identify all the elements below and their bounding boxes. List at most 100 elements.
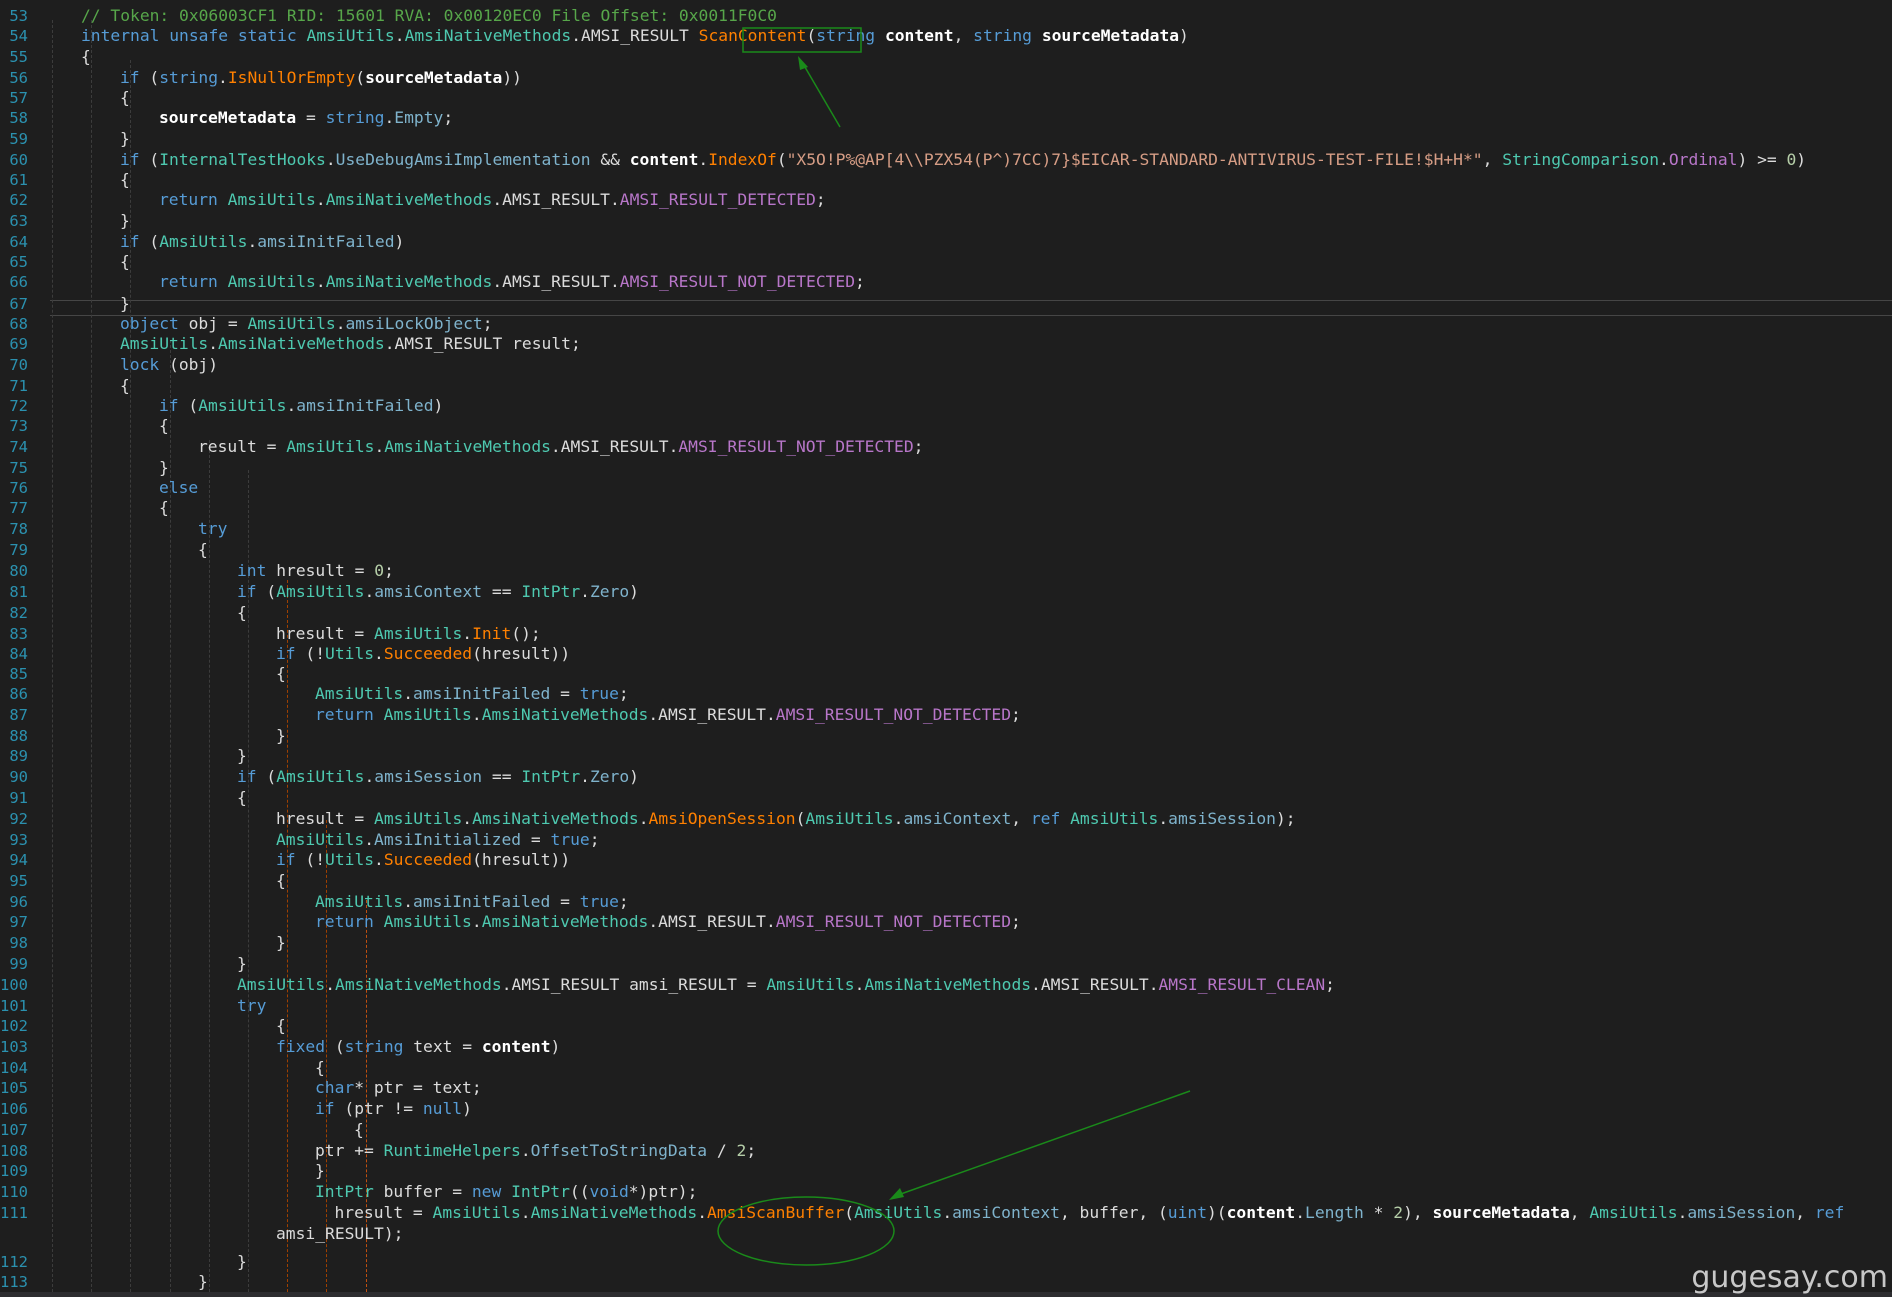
code-editor[interactable]: 53 54 55 56 57 58 59 60 61 62 63 64 65 66 67 68 69 70 71 72…: [0, 0, 1892, 1297]
code-token: AmsiUtils: [315, 892, 404, 911]
code-line[interactable]: if (AmsiUtils.amsiInitFailed): [159, 396, 443, 416]
code-line[interactable]: }: [237, 746, 247, 766]
code-token: AmsiUtils: [432, 1203, 521, 1222]
code-token: return: [315, 705, 374, 724]
code-line[interactable]: {: [276, 664, 286, 684]
code-line[interactable]: {: [159, 416, 169, 436]
code-token: =: [550, 684, 580, 703]
code-line[interactable]: char* ptr = text;: [315, 1078, 482, 1098]
code-line[interactable]: {: [120, 252, 130, 272]
code-line[interactable]: int hresult = 0;: [237, 561, 394, 581]
code-line[interactable]: internal unsafe static AmsiUtils.AmsiNat…: [81, 26, 1189, 46]
code-line[interactable]: return AmsiUtils.AmsiNativeMethods.AMSI_…: [315, 912, 1021, 932]
code-line[interactable]: object obj = AmsiUtils.amsiLockObject;: [120, 314, 493, 334]
code-line[interactable]: if (!Utils.Succeeded(hresult)): [276, 850, 570, 870]
code-token: ;: [1325, 975, 1335, 994]
code-token: Ordinal: [1668, 150, 1738, 169]
code-line[interactable]: {: [120, 170, 130, 190]
code-line[interactable]: hresult = AmsiUtils.AmsiNativeMethods.Am…: [335, 1203, 1845, 1223]
code-line[interactable]: amsi_RESULT);: [276, 1224, 403, 1244]
code-line[interactable]: try: [237, 996, 266, 1016]
code-line[interactable]: AmsiUtils.amsiInitFailed = true;: [315, 684, 629, 704]
code-line[interactable]: if (AmsiUtils.amsiContext == IntPtr.Zero…: [237, 582, 639, 602]
code-token: else: [159, 478, 199, 497]
code-token: .: [364, 830, 375, 849]
code-token: ): [394, 232, 405, 251]
code-token: ;: [746, 1141, 757, 1160]
code-token: .: [1659, 150, 1669, 169]
code-token: true: [579, 684, 619, 703]
code-line[interactable]: return AmsiUtils.AmsiNativeMethods.AMSI_…: [315, 705, 1021, 725]
line-number: 79: [9, 541, 28, 559]
code-token: UseDebugAmsiImplementation: [335, 150, 591, 169]
code-line[interactable]: {: [276, 1016, 286, 1036]
code-token: if: [315, 1099, 335, 1118]
code-line[interactable]: if (!Utils.Succeeded(hresult)): [276, 644, 570, 664]
code-line[interactable]: {: [354, 1120, 364, 1140]
code-line[interactable]: {: [159, 498, 169, 518]
code-line[interactable]: }: [120, 211, 130, 231]
code-line[interactable]: ptr += RuntimeHelpers.OffsetToStringData…: [315, 1141, 756, 1161]
code-token: {: [276, 664, 286, 683]
code-line[interactable]: {: [237, 603, 247, 623]
code-line[interactable]: IntPtr buffer = new IntPtr((void*)ptr);: [315, 1182, 697, 1202]
code-token: AmsiUtils: [247, 314, 336, 333]
code-token: StringComparison: [1502, 150, 1660, 169]
code-line[interactable]: if (InternalTestHooks.UseDebugAmsiImplem…: [120, 150, 1806, 170]
line-number: 103: [0, 1038, 28, 1056]
code-line[interactable]: sourceMetadata = string.Empty;: [159, 108, 453, 128]
code-line[interactable]: result = AmsiUtils.AmsiNativeMethods.AMS…: [198, 437, 923, 457]
code-line[interactable]: }: [276, 933, 286, 953]
line-number: 78: [9, 520, 28, 538]
code-line[interactable]: try: [198, 519, 227, 539]
code-token: * ptr = text;: [354, 1078, 482, 1097]
line-number: 111: [0, 1204, 28, 1222]
code-token: AMSI_RESULT: [581, 26, 699, 45]
code-token: content: [629, 150, 699, 169]
code-line[interactable]: }: [315, 1161, 325, 1181]
code-token: .: [335, 314, 346, 333]
code-line[interactable]: return AmsiUtils.AmsiNativeMethods.AMSI_…: [159, 190, 826, 210]
code-line[interactable]: // Token: 0x06003CF1 RID: 15601 RVA: 0x0…: [81, 6, 777, 26]
code-line[interactable]: {: [198, 540, 208, 560]
code-line[interactable]: {: [315, 1058, 325, 1078]
code-line[interactable]: if (AmsiUtils.amsiSession == IntPtr.Zero…: [237, 767, 639, 787]
line-number: 97: [9, 913, 28, 931]
code-token: {: [120, 376, 130, 395]
code-line[interactable]: {: [81, 47, 91, 67]
code-line[interactable]: fixed (string text = content): [276, 1037, 560, 1057]
code-token: {: [276, 871, 286, 890]
code-line[interactable]: }: [198, 1272, 208, 1292]
code-token: AmsiUtils: [198, 396, 287, 415]
code-line[interactable]: AmsiUtils.AmsiNativeMethods.AMSI_RESULT …: [237, 975, 1335, 995]
code-line[interactable]: AmsiUtils.amsiInitFailed = true;: [315, 892, 629, 912]
code-line[interactable]: }: [120, 129, 130, 149]
code-line[interactable]: if (AmsiUtils.amsiInitFailed): [120, 232, 404, 252]
code-line[interactable]: }: [276, 726, 286, 746]
code-line[interactable]: {: [120, 376, 130, 396]
code-line[interactable]: }: [237, 1252, 247, 1272]
code-line[interactable]: }: [159, 458, 169, 478]
code-line[interactable]: return AmsiUtils.AmsiNativeMethods.AMSI_…: [159, 272, 865, 292]
code-token: AmsiUtils: [306, 26, 395, 45]
code-line[interactable]: }: [237, 954, 247, 974]
code-line[interactable]: {: [120, 88, 130, 108]
code-line[interactable]: hresult = AmsiUtils.Init();: [276, 624, 541, 644]
code-line[interactable]: AmsiUtils.AmsiNativeMethods.AMSI_RESULT …: [120, 334, 581, 354]
code-line[interactable]: if (string.IsNullOrEmpty(sourceMetadata)…: [120, 68, 522, 88]
code-line[interactable]: }: [120, 294, 130, 314]
code-line[interactable]: hresult = AmsiUtils.AmsiNativeMethods.Am…: [276, 809, 1296, 829]
code-line[interactable]: else: [159, 478, 198, 498]
code-token: sourceMetadata: [1432, 1203, 1570, 1222]
code-token: string: [344, 1037, 404, 1056]
code-line[interactable]: {: [276, 871, 286, 891]
code-line[interactable]: AmsiUtils.AmsiInitialized = true;: [276, 830, 600, 850]
code-line[interactable]: {: [237, 788, 247, 808]
code-token: (: [139, 232, 160, 251]
code-line[interactable]: lock (obj): [120, 355, 218, 375]
code-token: AmsiUtils: [227, 272, 316, 291]
code-token: /: [707, 1141, 737, 1160]
code-line[interactable]: if (ptr != null): [315, 1099, 472, 1119]
bottom-scrollbar[interactable]: [0, 1292, 1892, 1297]
